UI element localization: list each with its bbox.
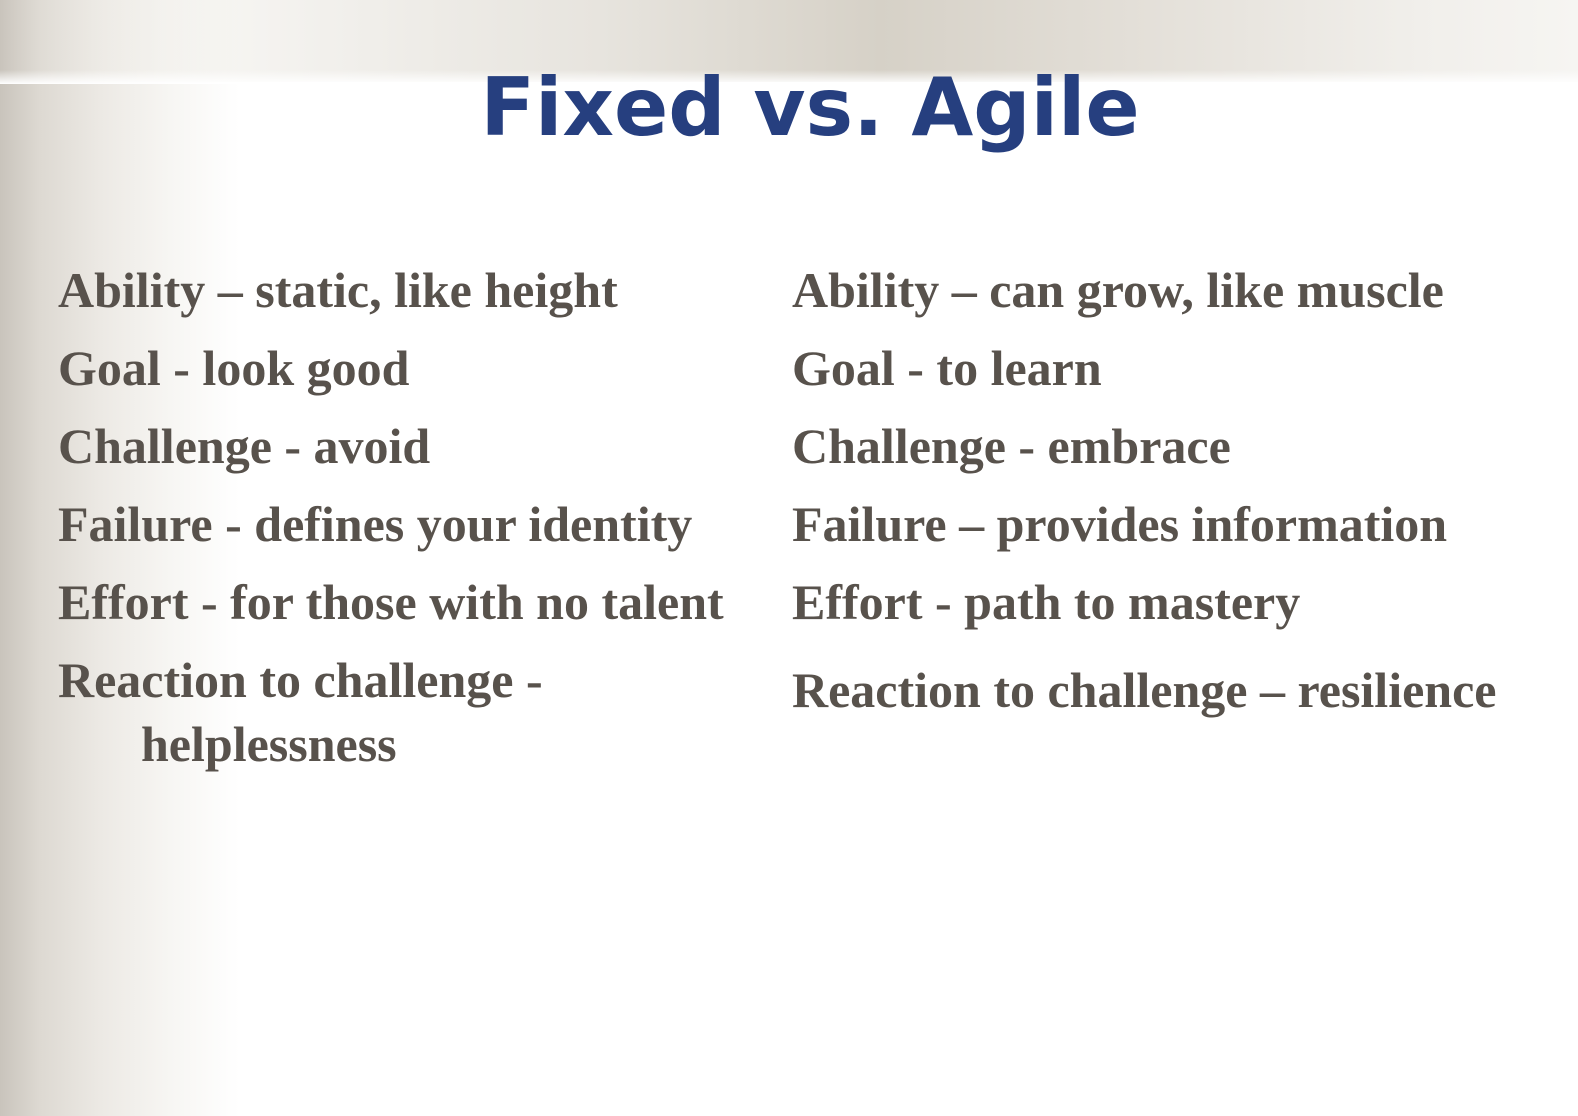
- fixed-challenge-item: Challenge - avoid: [58, 418, 431, 474]
- fixed-reaction-item: Reaction to challenge - helplessness: [58, 652, 543, 772]
- agile-goal-item: Goal - to learn: [792, 340, 1102, 396]
- fixed-ability-item: Ability – static, like height: [58, 262, 618, 318]
- slide: Fixed vs. Agile Ability – static, like h…: [0, 0, 1578, 1116]
- agile-ability-item: Ability – can grow, like muscle: [792, 262, 1444, 318]
- fixed-effort-item: Effort - for those with no talent: [58, 574, 724, 630]
- agile-failure-item: Failure – provides information: [792, 496, 1448, 552]
- fixed-mindset-list: Ability – static, like height Goal - loo…: [58, 258, 778, 790]
- agile-effort-item: Effort - path to mastery: [792, 574, 1301, 630]
- fixed-failure-item: Failure - defines your identity: [58, 496, 693, 552]
- agile-mindset-list: Ability – can grow, like muscle Goal - t…: [792, 258, 1562, 736]
- slide-title: Fixed vs. Agile: [480, 61, 1140, 154]
- agile-reaction-item: Reaction to challenge – resilience: [792, 662, 1497, 718]
- fixed-goal-item: Goal - look good: [58, 340, 410, 396]
- agile-challenge-item: Challenge - embrace: [792, 418, 1231, 474]
